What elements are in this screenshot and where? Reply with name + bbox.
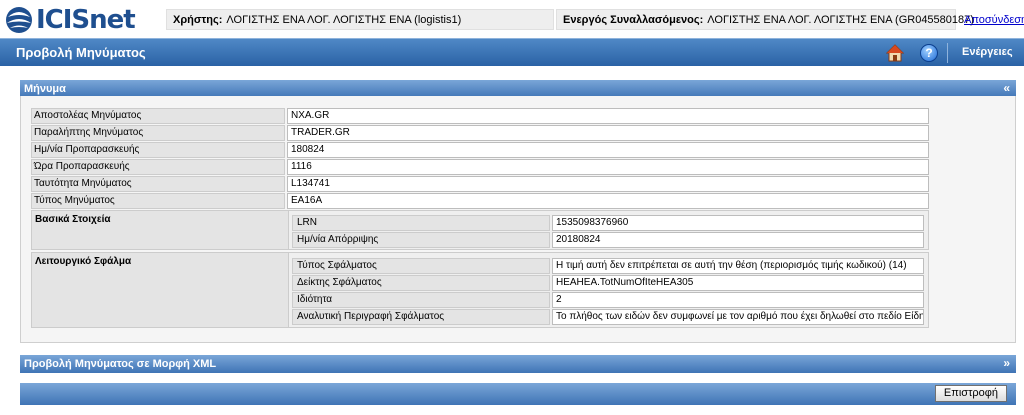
field-value: 2 <box>552 292 924 308</box>
home-icon[interactable] <box>886 44 904 62</box>
functional-error-fields: Τύπος Σφάλματος Η τιμή αυτή δεν επιτρέπε… <box>288 253 928 327</box>
user-value: ΛΟΓΙΣΤΗΣ ΕΝΑ ΛΟΓ. ΛΟΓΙΣΤΗΣ ΕΝΑ (logistis… <box>226 13 462 26</box>
active-trader-label: Ενεργός Συναλλασόμενος: <box>563 13 704 26</box>
field-label: Ταυτότητα Μηνύματος <box>31 176 285 192</box>
back-button[interactable]: Επιστροφή <box>935 385 1007 402</box>
title-bar: Προβολή Μηνύματος ? Ενέργειες <box>0 38 1024 66</box>
field-label: Αναλυτική Περιγραφή Σφάλματος <box>292 309 550 325</box>
globe-icon <box>6 7 32 33</box>
field-label: Ημ/νία Προπαρασκευής <box>31 142 285 158</box>
actions-menu[interactable]: Ενέργειες <box>962 46 1013 58</box>
basic-info-group: Βασικά Στοιχεία LRN 1535098376960 Ημ/νία… <box>31 210 929 250</box>
field-label: Ώρα Προπαρασκευής <box>31 159 285 175</box>
active-trader: Ενεργός Συναλλασόμενος: ΛΟΓΙΣΤΗΣ ΕΝΑ ΛΟΓ… <box>556 9 974 30</box>
field-label: Τύπος Μηνύματος <box>31 193 285 209</box>
toolbar-separator <box>947 43 948 63</box>
field-value: 20180824 <box>552 232 924 248</box>
field-value: TRADER.GR <box>287 125 929 141</box>
basic-info-fields: LRN 1535098376960 Ημ/νία Απόρριψης 20180… <box>288 211 928 249</box>
top-bar: ICISnet Χρήστης: ΛΟΓΙΣΤΗΣ ΕΝΑ ΛΟΓ. ΛΟΓΙΣ… <box>0 0 1024 40</box>
field-value: HEAHEA.TotNumOfIteHEA305 <box>552 275 924 291</box>
field-value: Η τιμή αυτή δεν επιτρέπεται σε αυτή την … <box>552 258 924 274</box>
page-title: Προβολή Μηνύματος <box>16 45 146 60</box>
field-label: Ημ/νία Απόρριψης <box>292 232 550 248</box>
field-label: Δείκτης Σφάλματος <box>292 275 550 291</box>
functional-error-group: Λειτουργικό Σφάλμα Τύπος Σφάλματος Η τιμ… <box>31 252 929 328</box>
field-value: 180824 <box>287 142 929 158</box>
functional-error-title: Λειτουργικό Σφάλμα <box>35 256 132 267</box>
field-label: Ιδιότητα <box>292 292 550 308</box>
field-value: EA16A <box>287 193 929 209</box>
basic-info-title: Βασικά Στοιχεία <box>35 214 111 225</box>
field-label: Παραλήπτης Μηνύματος <box>31 125 285 141</box>
xml-panel-title: Προβολή Μηνύματος σε Μορφή XML <box>24 358 217 370</box>
logout-link[interactable]: Αποσύνδεση <box>964 14 1024 26</box>
icisnet-logo: ICISnet <box>4 4 136 36</box>
field-label: Αποστολέας Μηνύματος <box>31 108 285 124</box>
field-value: L134741 <box>287 176 929 192</box>
logo-text: ICISnet <box>36 5 136 35</box>
field-value: 1535098376960 <box>552 215 924 231</box>
message-panel-title: Μήνυμα <box>24 83 66 95</box>
field-value: Το πλήθος των ειδών δεν συμφωνεί με τον … <box>552 309 924 325</box>
xml-panel-header[interactable]: Προβολή Μηνύματος σε Μορφή XML » <box>20 355 1016 373</box>
field-label: LRN <box>292 215 550 231</box>
field-value: NXA.GR <box>287 108 929 124</box>
user-label: Χρήστης: <box>173 13 223 26</box>
active-trader-value: ΛΟΓΙΣΤΗΣ ΕΝΑ ΛΟΓ. ΛΟΓΙΣΤΗΣ ΕΝΑ (GR045580… <box>707 13 974 26</box>
bottom-bar <box>20 383 1016 405</box>
current-user: Χρήστης: ΛΟΓΙΣΤΗΣ ΕΝΑ ΛΟΓ. ΛΟΓΙΣΤΗΣ ΕΝΑ … <box>166 9 554 30</box>
collapse-icon[interactable]: « <box>1003 81 1010 95</box>
field-value: 1116 <box>287 159 929 175</box>
field-label: Τύπος Σφάλματος <box>292 258 550 274</box>
expand-icon[interactable]: » <box>1003 356 1010 370</box>
help-icon[interactable]: ? <box>920 44 938 62</box>
